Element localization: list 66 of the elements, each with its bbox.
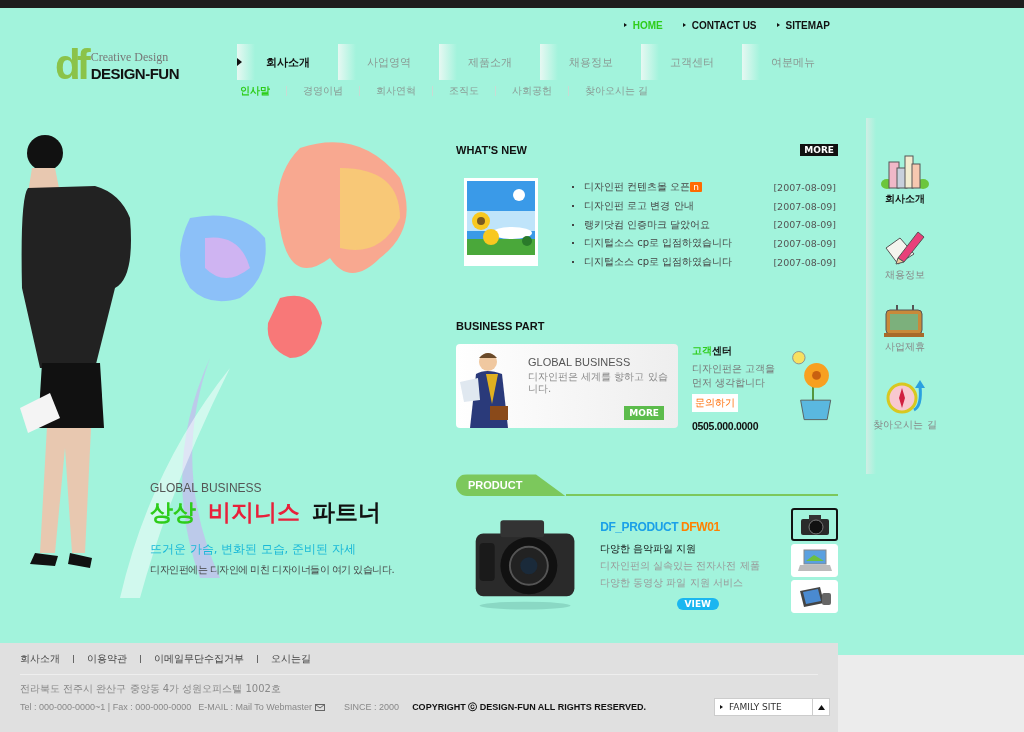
customer-center-title: 고객센터 xyxy=(692,344,733,359)
footer-link[interactable]: 이용약관 xyxy=(87,651,127,666)
customer-center-text: 먼저 생각합니다 xyxy=(692,376,767,391)
customer-center-text: 디자인펀은 고객을 xyxy=(692,362,777,377)
inquiry-button[interactable]: 문의하기 xyxy=(692,394,738,413)
banner-text: 디자인펀은 세계를 향하고 있습니다. xyxy=(528,371,669,396)
news-item[interactable]: 디지털소스 cp로 입점하였습니다 xyxy=(572,236,733,251)
news-item[interactable]: 디자인펀 컨텐츠몰 오픈 xyxy=(572,180,691,195)
footer-link[interactable]: 오시는길 xyxy=(271,651,311,666)
footer-contact: Tel : 000-000-0000~1 | Fax : 000-000-0000 xyxy=(20,702,192,712)
section-title: WHAT'S NEW xyxy=(456,144,527,156)
news-date: [2007-08-09] xyxy=(773,200,836,212)
footer-address: 전라북도 전주시 완산구 중앙동 4가 성원오피스텔 1002호 xyxy=(20,682,282,696)
news-item[interactable]: 디자인펀 로고 변경 안내 xyxy=(572,199,694,214)
footer-link[interactable]: 이메일무단수집거부 xyxy=(154,651,244,666)
envelope-icon xyxy=(315,703,326,711)
chalkboard-icon xyxy=(884,304,926,338)
sub-menu-link[interactable]: 경영이념 xyxy=(303,84,343,98)
hero-description: 디자인펀에는 디자인에 미친 디자이너들이 여기 있습니다. xyxy=(150,563,396,577)
more-button[interactable]: MORE xyxy=(800,144,838,156)
news-item[interactable]: 디지털소스 cp로 입점하였습니다 xyxy=(572,255,733,270)
family-site-select[interactable]: FAMILY SITE xyxy=(714,698,830,716)
top-link[interactable]: SITEMAP xyxy=(776,16,830,34)
product-thumbnail[interactable] xyxy=(791,508,838,542)
handheld-device-icon xyxy=(797,584,832,609)
side-menu-item[interactable]: 찾아오시는 길 xyxy=(873,376,937,432)
buildings-icon xyxy=(881,154,929,190)
camera-icon xyxy=(799,513,830,536)
news-date: [2007-08-09] xyxy=(773,237,836,249)
side-menu-item[interactable]: 사업제휴 xyxy=(884,304,926,354)
view-button[interactable]: VIEW xyxy=(676,598,719,611)
product-description: 디자인펀의 실속있는 전자사전 제품 xyxy=(600,559,761,574)
news-date: [2007-08-09] xyxy=(773,181,836,193)
side-menu-item[interactable]: 회사소개 xyxy=(881,154,929,206)
sub-menu-link[interactable]: 사회공헌 xyxy=(512,84,552,98)
new-badge: n xyxy=(690,182,703,193)
news-date: [2007-08-09] xyxy=(773,219,836,231)
more-button[interactable]: MORE xyxy=(624,406,664,421)
news-date: [2007-08-09] xyxy=(773,256,836,268)
side-menu-item[interactable]: 채용정보 xyxy=(884,228,926,282)
logo-mark[interactable]: df xyxy=(55,48,87,82)
footer-link[interactable]: 회사소개 xyxy=(20,651,60,666)
product-headline: 다양한 음악파일 지원 xyxy=(600,542,698,557)
logo-name[interactable]: DESIGN-FUN xyxy=(90,65,179,82)
laptop-icon xyxy=(797,548,832,573)
news-item[interactable]: 랭키닷컴 인증마크 달았어요 xyxy=(572,217,711,232)
sub-menu-link[interactable]: 찾아오시는 길 xyxy=(585,84,649,98)
top-link[interactable]: CONTACT US xyxy=(682,16,757,34)
hero-subheadline: 뜨거운 가슴, 변화된 모습, 준비된 자세 xyxy=(150,542,357,557)
up-arrow-icon[interactable] xyxy=(817,704,825,710)
webmaster-mail-link[interactable]: E-MAIL : Mail To Webmaster xyxy=(198,702,326,712)
sub-menu-link[interactable]: 인사말 xyxy=(240,84,270,98)
business-banner[interactable]: GLOBAL BUSINESS 디자인펀은 세계를 향하고 있습니다. MORE xyxy=(456,344,678,429)
sub-menu-link[interactable]: 조직도 xyxy=(449,84,479,98)
footer-since: SINCE : 2000 xyxy=(344,702,400,712)
hero-eyebrow: GLOBAL BUSINESS xyxy=(150,481,263,495)
copyright-text: COPYRIGHT ⓒ DESIGN-FUN ALL RIGHTS RESERVED. xyxy=(412,700,646,714)
logo-tagline: Creative Design xyxy=(90,50,170,65)
phone-number: 0505.000.0000 xyxy=(692,420,760,433)
product-description: 다양한 동영상 파일 지원 서비스 xyxy=(600,576,744,591)
sub-menu-link[interactable]: 회사연혁 xyxy=(376,84,416,98)
hero-headline: 상상 비지니스 파트너 xyxy=(150,498,382,527)
banner-title: GLOBAL BUSINESS xyxy=(528,356,632,369)
product-name: DF_PRODUCT DFW01 xyxy=(600,520,721,535)
top-link[interactable]: HOME xyxy=(623,16,663,34)
section-title: BUSINESS PART xyxy=(456,320,545,333)
